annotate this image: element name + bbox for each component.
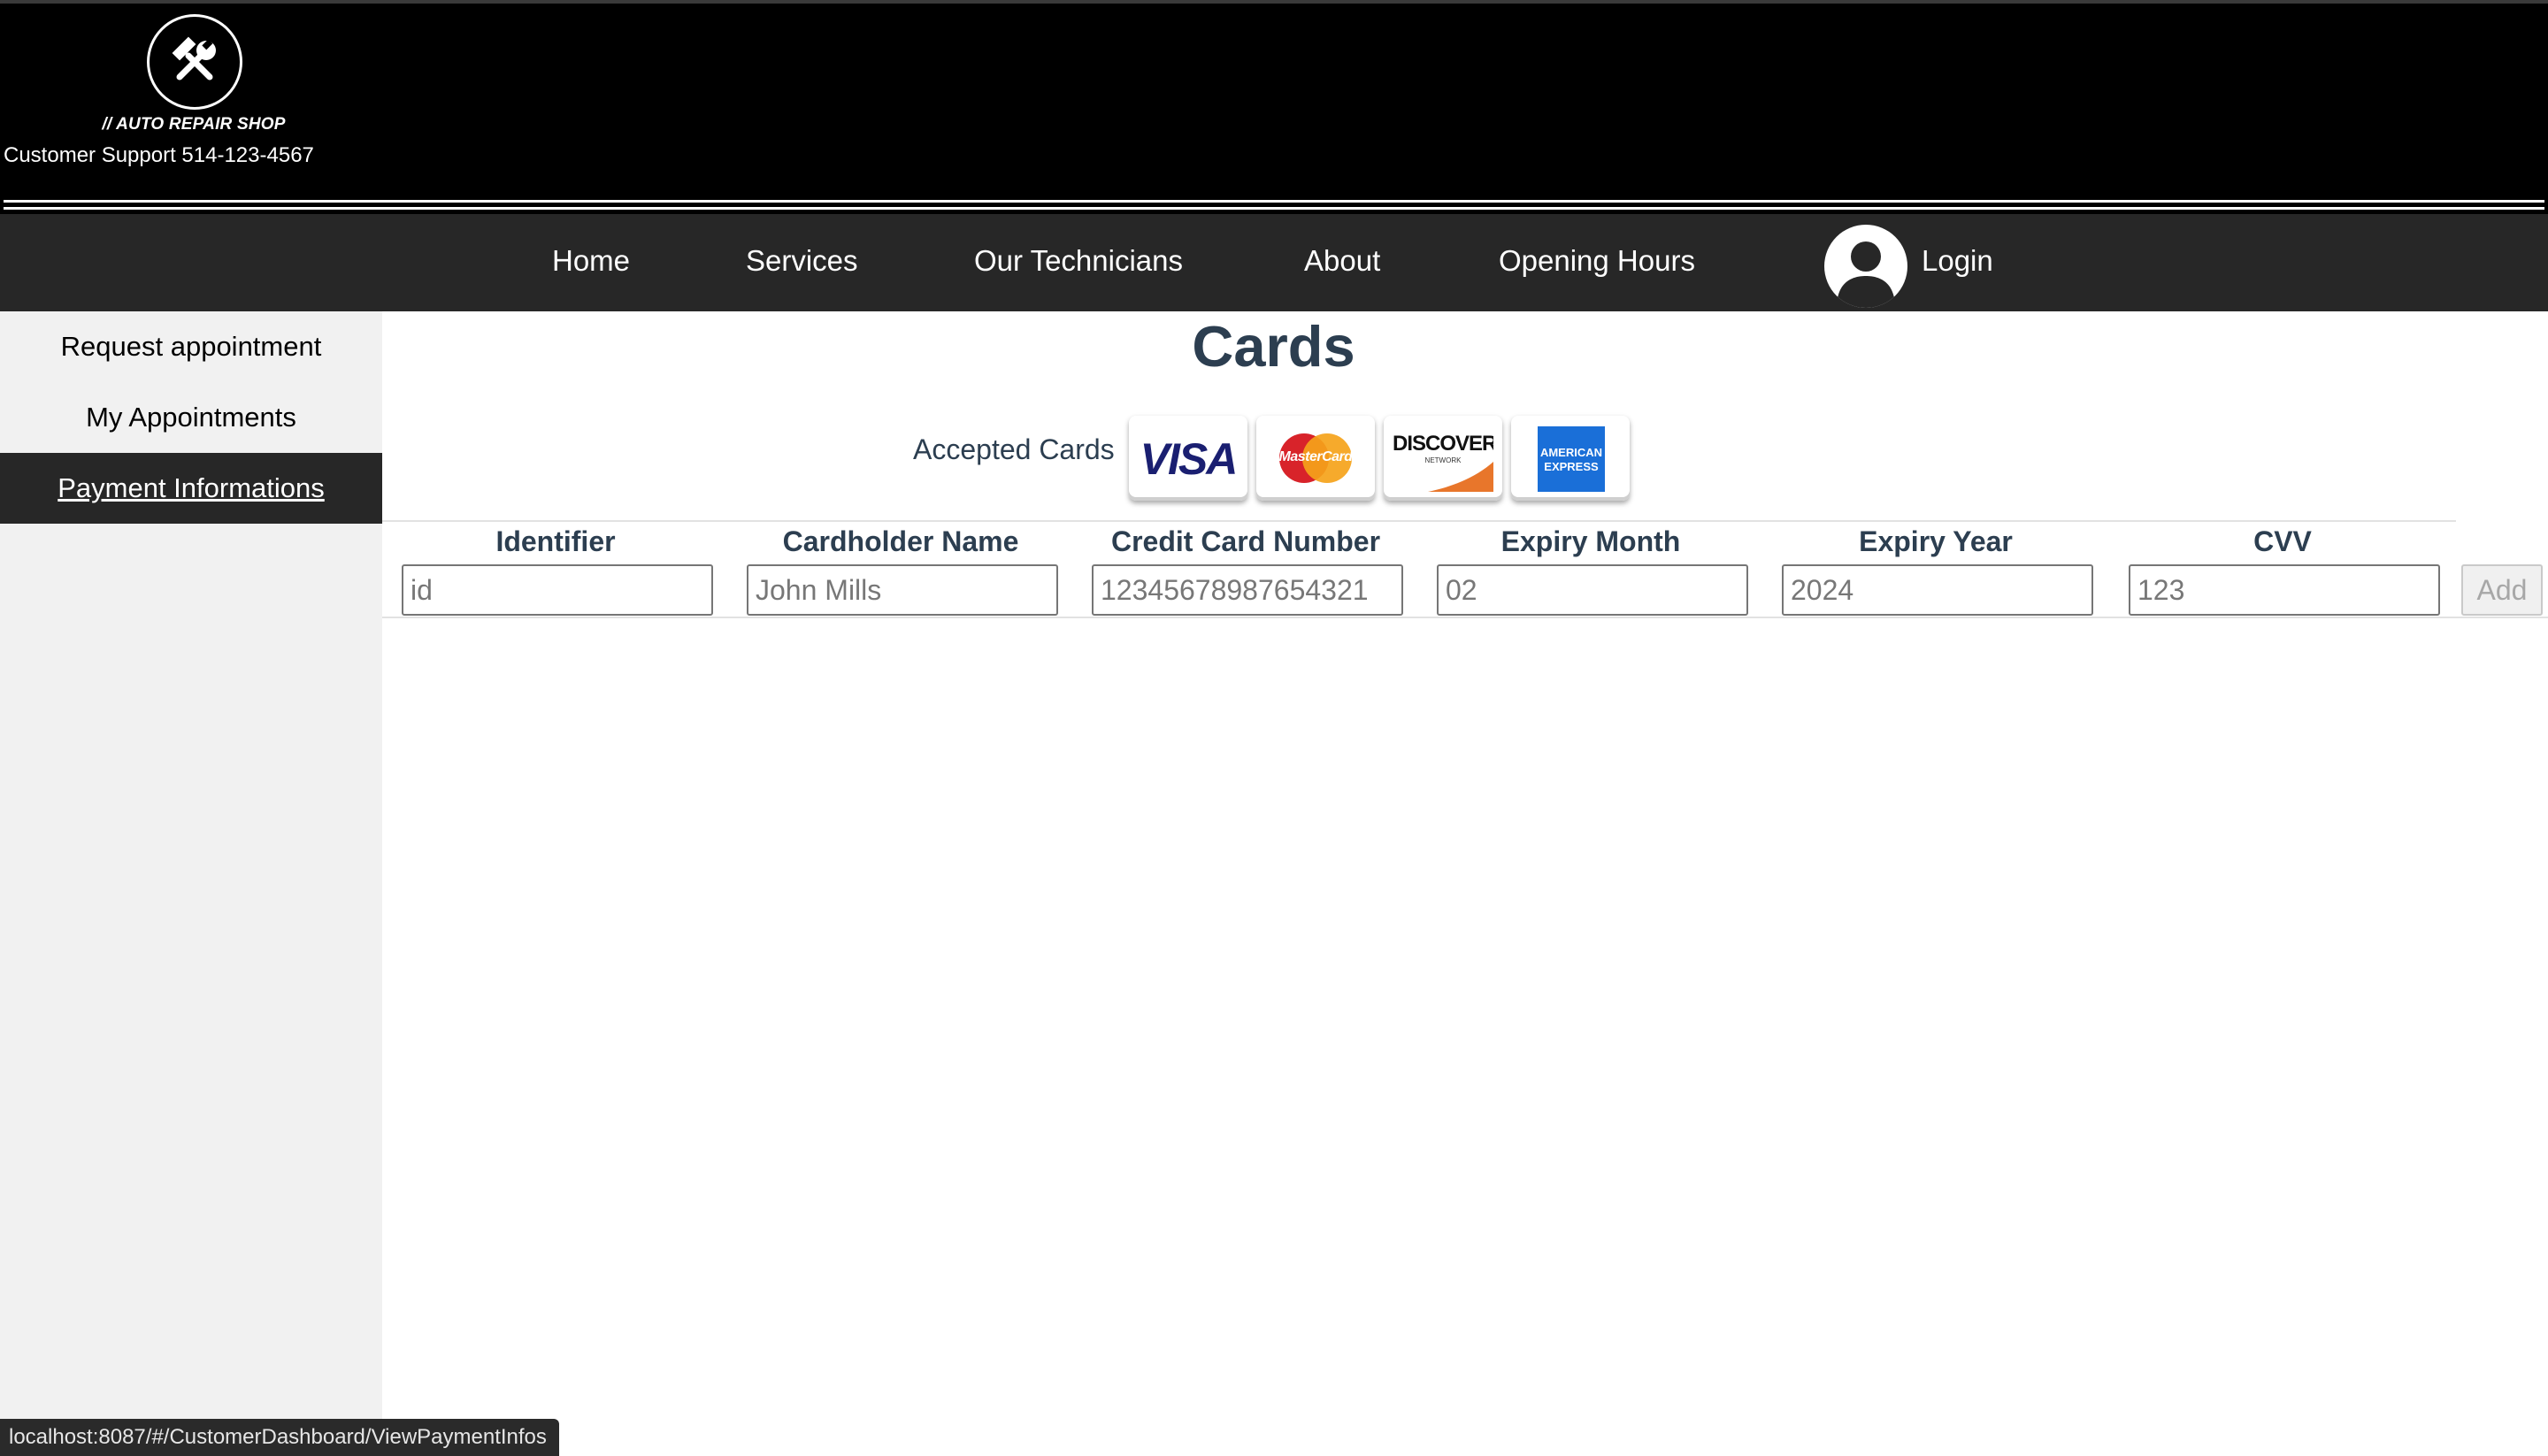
cardholder-name-input[interactable] bbox=[747, 564, 1058, 616]
visa-logo-text: VISA bbox=[1140, 434, 1239, 484]
column-header-cardholder-name: Cardholder Name bbox=[782, 525, 1019, 557]
sidebar-item-payment-informations[interactable]: Payment Informations bbox=[0, 453, 382, 524]
sidebar: Request appointment My Appointments Paym… bbox=[0, 311, 382, 1456]
column-header-expiry-month: Expiry Month bbox=[1500, 525, 1681, 557]
main-nav: Home Services Our Technicians About Open… bbox=[0, 214, 2548, 311]
expiry-month-input[interactable] bbox=[1437, 564, 1748, 616]
table-bottom-border bbox=[382, 617, 2548, 618]
tools-icon bbox=[147, 14, 242, 110]
accepted-cards-label: Accepted Cards bbox=[913, 433, 1115, 465]
sidebar-item-request-appointment[interactable]: Request appointment bbox=[0, 311, 382, 382]
header-divider-secondary bbox=[4, 207, 2544, 210]
nav-opening-hours[interactable]: Opening Hours bbox=[1499, 214, 1695, 311]
add-card-button[interactable]: Add bbox=[2461, 564, 2543, 616]
column-header-expiry-year: Expiry Year bbox=[1859, 525, 2013, 557]
nav-about[interactable]: About bbox=[1304, 214, 1380, 311]
identifier-input[interactable] bbox=[402, 564, 713, 616]
logo[interactable]: // AUTO REPAIR SHOP bbox=[4, 5, 384, 143]
discover-card-logo: DISCOVER NETWORK bbox=[1384, 416, 1502, 501]
amex-logo-text: AMERICAN EXPRESS bbox=[1539, 446, 1603, 473]
nav-services[interactable]: Services bbox=[746, 214, 858, 311]
logo-text: // AUTO REPAIR SHOP bbox=[102, 115, 286, 134]
status-bar-url: localhost:8087/#/CustomerDashboard/ViewP… bbox=[0, 1419, 559, 1456]
cvv-input[interactable] bbox=[2129, 564, 2440, 616]
credit-card-number-input[interactable] bbox=[1092, 564, 1403, 616]
column-header-identifier: Identifier bbox=[495, 525, 616, 557]
discover-stripe bbox=[1428, 462, 1493, 492]
amex-logo-box: AMERICAN EXPRESS bbox=[1538, 426, 1605, 492]
amex-card-logo: AMERICAN EXPRESS bbox=[1511, 416, 1630, 501]
nav-our-technicians[interactable]: Our Technicians bbox=[974, 214, 1183, 311]
column-header-cvv: CVV bbox=[2253, 525, 2312, 557]
expiry-year-input[interactable] bbox=[1782, 564, 2093, 616]
visa-card-logo: VISA bbox=[1129, 416, 1247, 501]
column-header-credit-card-number: Credit Card Number bbox=[1110, 525, 1381, 557]
page-title: Cards bbox=[1192, 314, 1355, 379]
sidebar-item-my-appointments[interactable]: My Appointments bbox=[0, 382, 382, 453]
nav-home[interactable]: Home bbox=[552, 214, 630, 311]
top-border bbox=[0, 0, 2548, 4]
user-avatar-icon[interactable] bbox=[1824, 225, 1907, 308]
nav-login[interactable]: Login bbox=[1922, 214, 1993, 311]
table-top-border bbox=[382, 520, 2456, 522]
header-divider bbox=[4, 200, 2544, 203]
mastercard-card-logo: MasterCard bbox=[1256, 416, 1375, 501]
customer-support-text: Customer Support 514-123-4567 bbox=[4, 143, 314, 167]
site-header: // AUTO REPAIR SHOP Customer Support 514… bbox=[0, 0, 2548, 214]
mastercard-logo-text: MasterCard bbox=[1278, 449, 1353, 464]
